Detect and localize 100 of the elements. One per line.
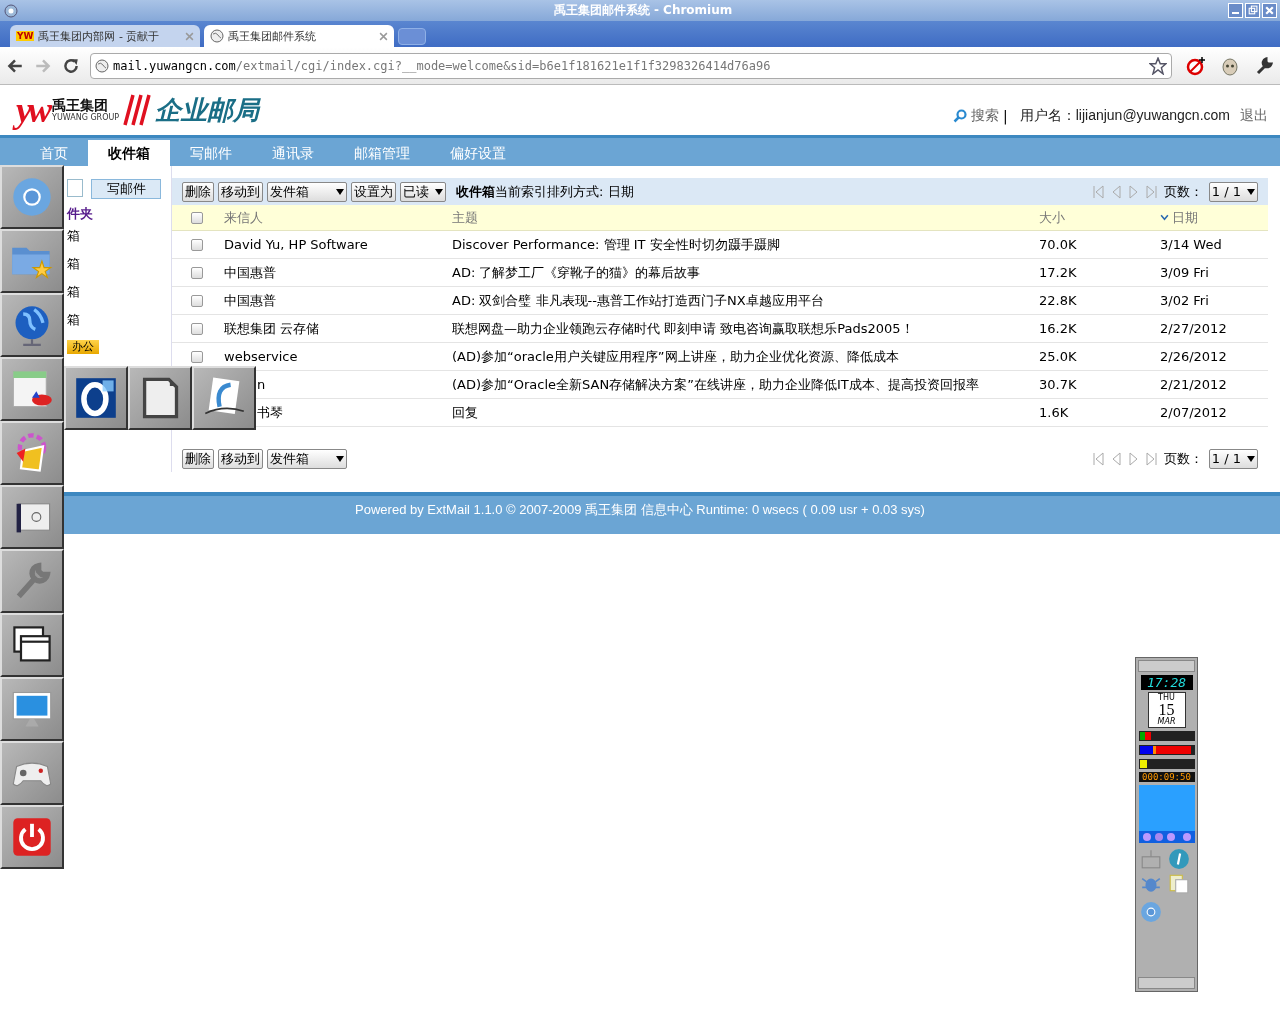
column-header[interactable]: 日期 [1172, 208, 1198, 227]
size-cell-text: 22.8K [1039, 293, 1078, 308]
product-name: 企业邮局 [155, 93, 260, 127]
folder-dropdown[interactable]: 发件箱 [267, 181, 347, 202]
first-page-icon[interactable] [1091, 184, 1104, 199]
star-icon[interactable] [1149, 56, 1167, 75]
close-icon[interactable] [379, 31, 388, 41]
mask-icon[interactable] [1220, 55, 1240, 76]
row-checkbox[interactable] [190, 238, 203, 251]
subject-cell[interactable]: 联想网盘—助力企业领跑云存储时代 即刻申请 致电咨询赢取联想乐Pads2005！ [452, 319, 1039, 338]
date-cell-text: 2/21/2012 [1160, 377, 1228, 392]
subject-cell[interactable]: (AD)参加“Oracle全新SAN存储解决方案”在线讲座，助力企业降低IT成本、提高投资回报率 [452, 375, 1039, 394]
column-header[interactable]: 来信人 [221, 208, 452, 227]
launcher-button[interactable] [128, 366, 192, 430]
subject-cell[interactable]: AD: 了解梦工厂《穿靴子的猫》的幕后故事 [452, 263, 1039, 282]
address-bar[interactable]: mail.yuwangcn.com/extmail/cgi/index.cgi?__mode=welcome&sid=b6e1f181621e1f1f3298326414d76a96 [90, 52, 1172, 79]
subject-cell[interactable]: AD: 双剑合璧 非凡表现--惠普工作站打造西门子NX卓越应用平台 [452, 291, 1039, 310]
folder-tag: 办公 [67, 340, 99, 354]
close-icon[interactable] [185, 31, 194, 41]
page-dropdown[interactable]: 1 / 1 [1208, 448, 1258, 469]
last-page-icon[interactable] [1145, 184, 1158, 199]
logout-link[interactable]: 退出 [1240, 107, 1268, 125]
launcher-button[interactable] [192, 366, 256, 430]
restore-button[interactable] [1245, 3, 1260, 18]
nav-tab[interactable]: 收件箱 [88, 140, 170, 166]
browser-tab[interactable]: YW 禹王集团内部网 - 贡献于 [10, 25, 200, 47]
launcher-button[interactable] [0, 677, 64, 741]
search-field[interactable] [67, 179, 83, 197]
url-path: /extmail/cgi/index.cgi?__mode=welcome&sid=b6e1f181621e1f1f3298326414d76a96 [235, 58, 771, 73]
subject-cell[interactable]: Discover Performance: 管理 IT 安全性时切勿蹑手蹑脚 [452, 235, 1039, 254]
subject-cell[interactable]: 回复 [452, 403, 1039, 422]
dropdown-caret-icon [1247, 455, 1255, 462]
select-all-checkbox[interactable] [190, 211, 203, 224]
move-button[interactable]: 移动到 [218, 448, 263, 469]
launcher-button[interactable] [0, 549, 64, 613]
meter-drawing [1138, 731, 1195, 771]
minimize-icon [1232, 12, 1239, 14]
subject-cell[interactable]: (AD)参加“oracle用户关键应用程序”网上讲座，助力企业优化资源、降低成本 [452, 347, 1039, 366]
minimize-button[interactable] [1228, 3, 1243, 18]
reload-icon[interactable] [62, 56, 80, 75]
delete-button[interactable]: 删除 [182, 448, 214, 469]
row-checkbox[interactable] [190, 350, 203, 363]
status-dropdown[interactable]: 已读 [400, 181, 446, 202]
slashes-icon [123, 94, 152, 126]
next-page-icon[interactable] [1127, 451, 1140, 466]
launcher-button[interactable] [0, 229, 64, 293]
set-button[interactable]: 设置为 [351, 181, 396, 202]
delete-button[interactable]: 删除 [182, 181, 214, 202]
info-icon[interactable] [1167, 848, 1190, 870]
date-cell-text: 3/14 Wed [1160, 237, 1223, 252]
browser-tab[interactable]: 禹王集团邮件系统 [204, 25, 394, 47]
first-page-icon[interactable] [1091, 451, 1104, 466]
column-header[interactable]: 主题 [452, 208, 1039, 227]
folder-link[interactable]: 箱 [67, 255, 171, 283]
launcher-button[interactable] [64, 366, 128, 430]
launcher-button[interactable] [0, 741, 64, 805]
column-header[interactable]: 大小 [1039, 208, 1160, 227]
size-cell-text: 30.7K [1039, 377, 1078, 392]
launcher-button[interactable] [0, 293, 64, 357]
folder-link[interactable]: 箱 [67, 227, 171, 255]
wrench-icon[interactable] [1254, 55, 1274, 76]
grip-handle[interactable] [1138, 660, 1195, 672]
month-label: MAR [1157, 718, 1176, 726]
launcher-button[interactable] [0, 805, 64, 869]
row-checkbox[interactable] [190, 294, 203, 307]
launcher-button[interactable] [0, 357, 64, 421]
site-favicon: YW [16, 31, 35, 41]
compose-button[interactable]: 写邮件 [91, 179, 161, 199]
globe-icon [95, 58, 109, 73]
row-checkbox[interactable] [190, 266, 203, 279]
folders-heading: 件夹 [67, 205, 94, 223]
launcher-button[interactable] [0, 165, 64, 229]
move-button[interactable]: 移动到 [218, 181, 263, 202]
new-tab-button[interactable] [398, 28, 426, 45]
footer-text: Powered by ExtMail 1.1.0 © 2007-2009 禹王集团 信息中心 Runtime: 0 wsecs ( 0.09 usr + 0.03 sys) [355, 502, 925, 517]
sender-cell: 书琴 [257, 404, 283, 420]
row-checkbox[interactable] [190, 322, 203, 335]
page-dropdown[interactable]: 1 / 1 [1208, 181, 1258, 202]
pages-label: 页数： [1163, 449, 1203, 468]
power-icon [10, 815, 54, 859]
close-button[interactable] [1262, 3, 1277, 18]
folder-dropdown[interactable]: 发件箱 [267, 448, 347, 469]
day-number: 15 [1158, 702, 1175, 718]
grip-handle[interactable] [1138, 977, 1195, 989]
folder-link[interactable]: 箱 [67, 311, 171, 339]
launcher-button[interactable] [0, 613, 64, 677]
dropdown-caret-icon [336, 455, 344, 462]
chrome-icon[interactable] [1140, 901, 1162, 923]
launcher-button[interactable] [0, 485, 64, 549]
next-page-icon[interactable] [1127, 184, 1140, 199]
company-name-english: YUWANG GROUP [52, 113, 120, 123]
username-label: 用户名：lijianjun@yuwangcn.com [1019, 107, 1230, 125]
launcher-button[interactable] [0, 421, 64, 485]
search-link[interactable]: 搜索 [971, 107, 999, 125]
keyboard-icon[interactable] [1140, 848, 1162, 870]
folder-link[interactable]: 箱 [67, 283, 171, 311]
last-page-icon[interactable] [1145, 451, 1158, 466]
sort-caret-icon [1160, 214, 1169, 221]
no-ads-icon[interactable] [1186, 55, 1206, 76]
clipboard-icon[interactable] [1167, 872, 1190, 894]
